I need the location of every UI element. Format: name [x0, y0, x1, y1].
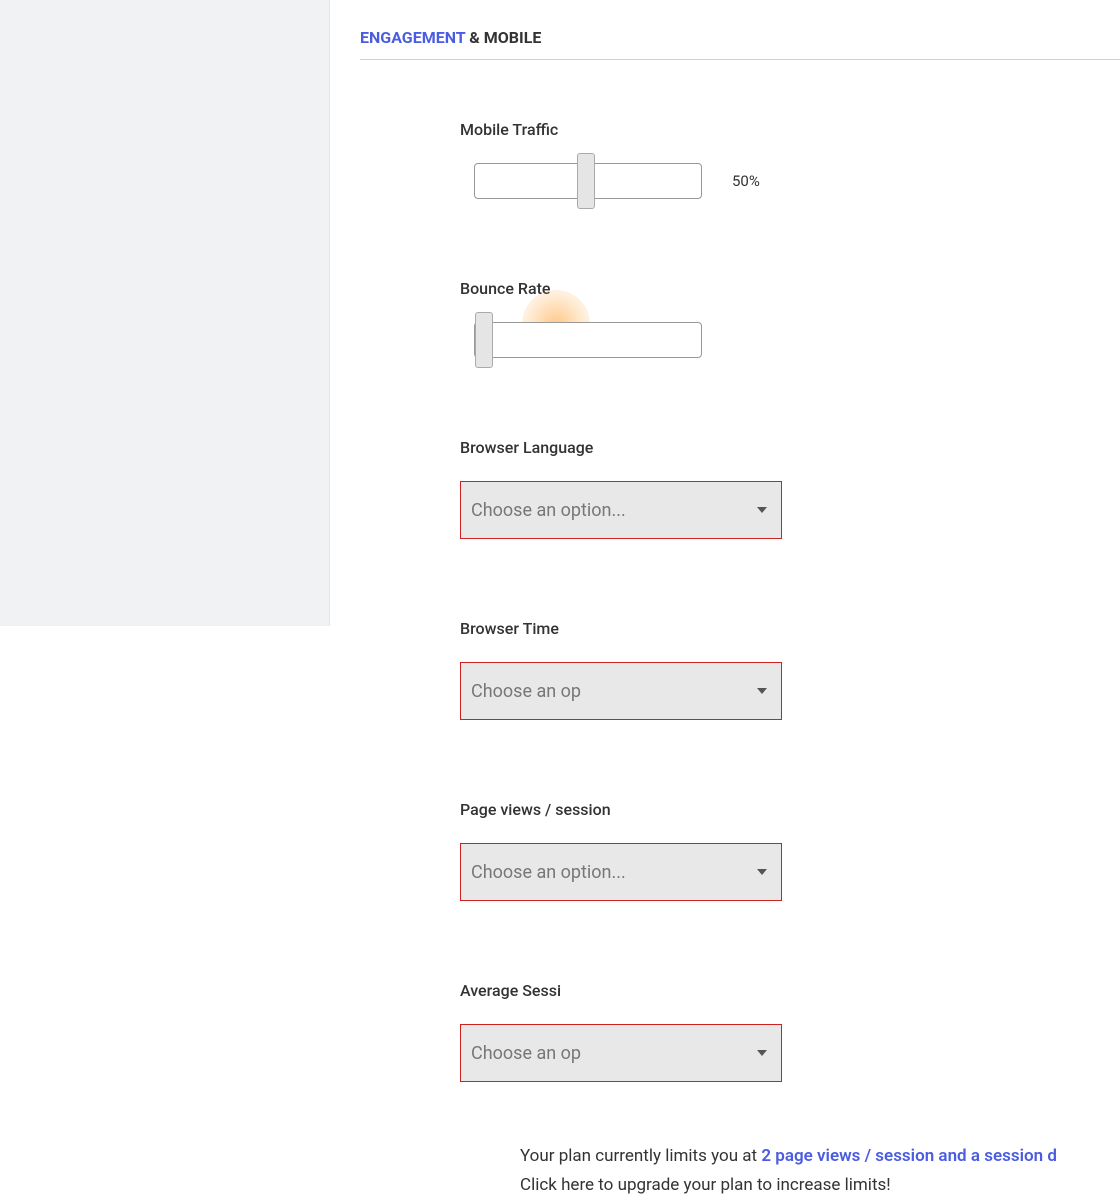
notice-prefix: Your plan currently limits you at — [520, 1146, 761, 1166]
section-header-rest: & MOBILE — [465, 28, 541, 47]
section-header: ENGAGEMENT & MOBILE — [360, 28, 1120, 60]
browser-language-select[interactable]: Choose an option... — [460, 481, 782, 539]
chevron-down-icon — [757, 686, 767, 696]
avg-session-select[interactable]: Choose an op — [460, 1024, 782, 1082]
page-views-select[interactable]: Choose an option... — [460, 843, 782, 901]
bounce-rate-field: Bounce Rate — [460, 279, 1005, 358]
bounce-rate-slider[interactable] — [474, 322, 702, 358]
page-views-label: Page views / session — [460, 800, 1005, 819]
browser-timezone-placeholder: Choose an op — [471, 681, 581, 702]
notice-line2[interactable]: Click here to upgrade your plan to incre… — [520, 1171, 1120, 1200]
sidebar — [0, 0, 330, 626]
fields-grid: Mobile Traffic 50% Bounce Rate Browser L… — [360, 120, 1120, 1162]
mobile-traffic-slider-container: 50% — [460, 163, 1005, 199]
chevron-down-icon — [757, 1048, 767, 1058]
mobile-traffic-value: 50% — [732, 172, 760, 190]
bounce-rate-slider-handle[interactable] — [475, 312, 493, 368]
plan-notice: Your plan currently limits you at 2 page… — [360, 1142, 1120, 1200]
notice-link[interactable]: 2 page views / session and a session d — [761, 1146, 1057, 1166]
browser-timezone-label: Browser Time — [460, 619, 1005, 638]
bounce-rate-label: Bounce Rate — [460, 279, 1005, 298]
browser-language-label: Browser Language — [460, 438, 1005, 457]
browser-language-placeholder: Choose an option... — [471, 500, 626, 521]
mobile-traffic-label: Mobile Traffic — [460, 120, 1005, 139]
chevron-down-icon — [757, 505, 767, 515]
page-views-placeholder: Choose an option... — [471, 862, 626, 883]
page-views-field: Page views / session Choose an option... — [460, 800, 1005, 901]
browser-timezone-select[interactable]: Choose an op — [460, 662, 782, 720]
avg-session-placeholder: Choose an op — [471, 1043, 581, 1064]
avg-session-field: Average Sessi Choose an op — [460, 981, 1005, 1082]
mobile-traffic-slider[interactable] — [474, 163, 702, 199]
mobile-traffic-field: Mobile Traffic 50% — [460, 120, 1005, 199]
bounce-rate-slider-container — [460, 322, 1005, 358]
section-header-accent: ENGAGEMENT — [360, 28, 465, 47]
main-content: ENGAGEMENT & MOBILE Mobile Traffic 50% B… — [330, 0, 1120, 626]
browser-language-field: Browser Language Choose an option... — [460, 438, 1005, 539]
browser-timezone-field: Browser Time Choose an op — [460, 619, 1005, 720]
chevron-down-icon — [757, 867, 767, 877]
avg-session-label: Average Sessi — [460, 981, 1005, 1000]
mobile-traffic-slider-handle[interactable] — [577, 153, 595, 209]
